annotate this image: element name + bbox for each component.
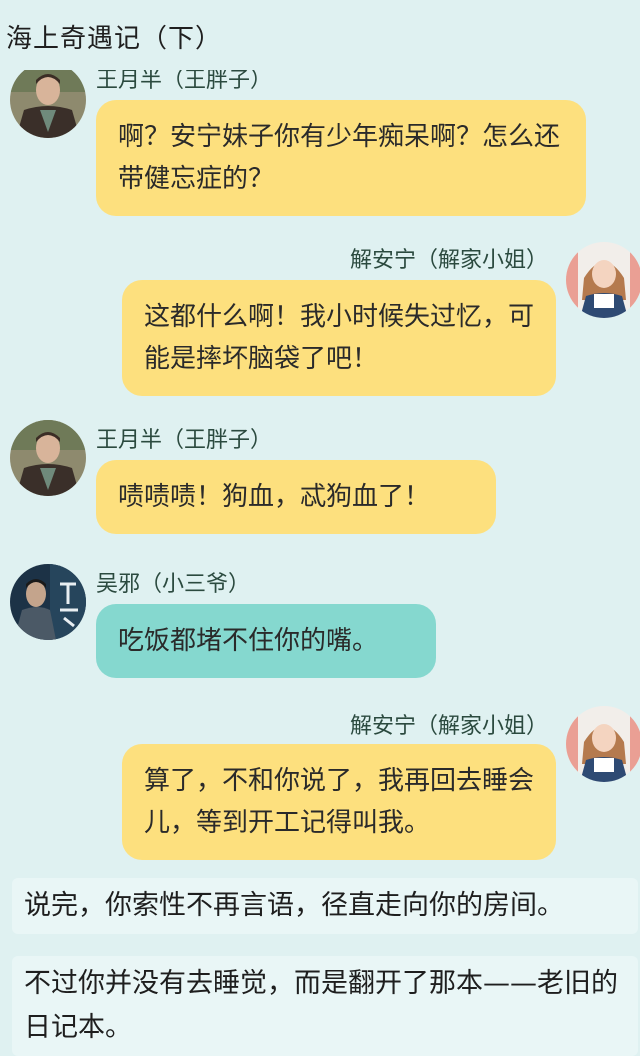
woman-overalls-avatar-icon: [566, 706, 640, 782]
chat-feed[interactable]: 王月半（王胖子） 啊？安宁妹子你有少年痴呆啊？怎么还带健忘症的？ 解安宁（解家小…: [0, 0, 640, 1056]
avatar-wang-pangzi[interactable]: [10, 62, 86, 138]
man-leather-jacket-avatar-icon: [10, 420, 86, 496]
avatar-wang-pangzi[interactable]: [10, 420, 86, 496]
narration-block: 说完，你索性不再言语，径直走向你的房间。: [12, 878, 638, 934]
avatar-xie-anning[interactable]: [566, 242, 640, 318]
message-bubble[interactable]: 算了，不和你说了，我再回去睡会儿，等到开工记得叫我。: [122, 744, 556, 860]
message-bubble[interactable]: 吃饭都堵不住你的嘴。: [96, 604, 436, 678]
page-title: 海上奇遇记（下）: [6, 24, 223, 54]
narration-block: 不过你并没有去睡觉，而是翻开了那本——老旧的日记本。: [12, 956, 638, 1056]
message-bubble[interactable]: 啊？安宁妹子你有少年痴呆啊？怎么还带健忘症的？: [96, 100, 586, 216]
avatar-wu-xie[interactable]: [10, 564, 86, 640]
speaker-name: 吴邪（小三爷）: [96, 572, 251, 597]
speaker-name: 解安宁（解家小姐）: [349, 248, 548, 273]
speaker-name: 王月半（王胖子）: [96, 428, 273, 453]
message-bubble[interactable]: 这都什么啊！我小时候失过忆，可能是摔坏脑袋了吧！: [122, 280, 556, 396]
woman-overalls-avatar-icon: [566, 242, 640, 318]
avatar-xie-anning[interactable]: [566, 706, 640, 782]
speaker-name: 解安宁（解家小姐）: [349, 714, 548, 739]
message-bubble[interactable]: 啧啧啧！狗血，忒狗血了！: [96, 460, 496, 534]
header-bar: 海上奇遇记（下）: [0, 0, 640, 70]
man-leather-jacket-avatar-icon: [10, 62, 86, 138]
wu-xie-poster-avatar-icon: [10, 564, 86, 640]
